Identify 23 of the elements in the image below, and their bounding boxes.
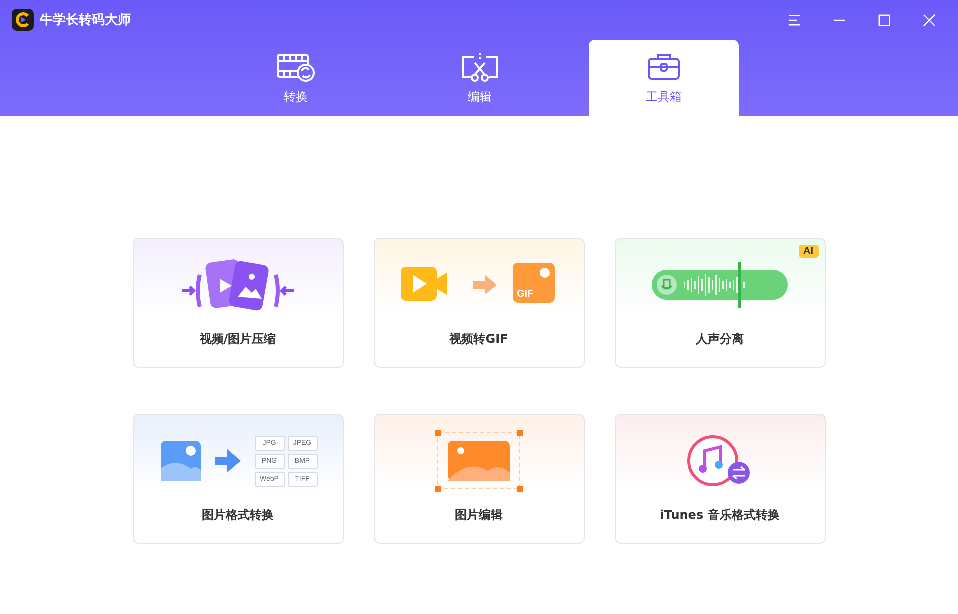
tool-card[interactable]: 视频/图片压缩 bbox=[132, 238, 344, 368]
tool-label: 视频/图片压缩 bbox=[200, 331, 276, 348]
tool-label: iTunes 音乐格式转换 bbox=[660, 507, 780, 524]
tab[interactable]: 编辑 bbox=[405, 40, 555, 116]
tab[interactable]: 转换 bbox=[221, 40, 371, 116]
app-logo-icon bbox=[12, 9, 34, 31]
image-crop-icon bbox=[434, 429, 524, 493]
window-title: 牛学长转码大师 bbox=[40, 12, 131, 29]
menu-icon[interactable] bbox=[788, 14, 801, 26]
ai-badge: AI bbox=[798, 245, 818, 258]
tool-card[interactable]: AI 人声分离 bbox=[614, 238, 826, 368]
tool-card[interactable]: iTunes 音乐格式转换 bbox=[614, 414, 826, 544]
tool-card[interactable]: 图片编辑 bbox=[374, 414, 584, 544]
tool-label: 图片编辑 bbox=[455, 507, 503, 524]
close-icon[interactable] bbox=[923, 14, 936, 26]
tool-label: 视频转GIF bbox=[450, 331, 508, 348]
voice-waveform-icon bbox=[650, 260, 790, 310]
tab[interactable]: 工具箱 bbox=[589, 40, 739, 116]
tool-card[interactable]: GIF 视频转GIF bbox=[374, 238, 584, 368]
tool-label: 图片格式转换 bbox=[202, 507, 274, 524]
maximize-icon[interactable] bbox=[878, 14, 891, 26]
scissors-frame-icon bbox=[460, 50, 500, 82]
tool-label: 人声分离 bbox=[696, 331, 744, 348]
